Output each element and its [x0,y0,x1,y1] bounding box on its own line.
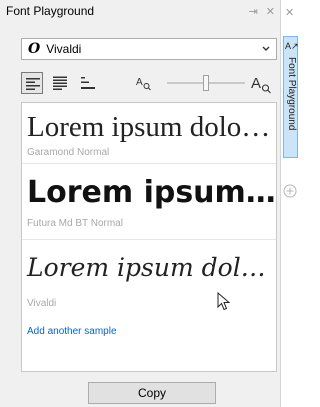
waterfall-view-icon [81,77,95,89]
font-playground-docker-tab[interactable]: A↗ Font Playground [283,36,299,158]
view-toolbar: A A [21,68,277,98]
sample-font-caption: Futura Md BT Normal [27,218,123,229]
single-line-view-button[interactable] [21,72,43,94]
chevron-down-icon[interactable] [260,42,272,56]
footer-divider [21,371,277,372]
font-selector-value: Vivaldi [46,42,82,56]
opentype-o-icon: O [28,41,41,57]
docker-tab-strip: ✕ A↗ Font Playground [281,0,300,407]
mouse-pointer-icon [217,292,231,311]
sample-preview-text[interactable]: Lorem ipsum dol… [22,240,276,286]
sample-item[interactable]: Lorem ipsum dolo… Garamond Normal [22,103,276,164]
sample-font-caption: Garamond Normal [27,147,110,158]
docker-tab-label: Font Playground [286,57,297,131]
sample-list: Lorem ipsum dolo… Garamond Normal Lorem … [21,102,277,372]
svg-text:A: A [136,77,143,88]
panel-title-bar[interactable]: Font Playground ⇥ ✕ [0,0,281,22]
sample-item[interactable]: Lorem ipsum… Futura Md BT Normal [22,164,276,240]
copy-button[interactable]: Copy [88,382,216,404]
panel-title: Font Playground [6,4,95,18]
add-docker-icon[interactable] [283,184,297,198]
large-a-zoom-icon[interactable]: A [249,70,273,96]
sample-preview-text[interactable]: Lorem ipsum dolo… [22,103,276,145]
waterfall-view-button[interactable] [77,72,99,94]
zoom-slider-thumb[interactable] [203,75,209,91]
multi-line-view-button[interactable] [49,72,71,94]
font-playground-panel: Font Playground ⇥ ✕ O Vivaldi A A Lorem … [0,0,281,407]
pin-icon[interactable]: ⇥ [249,5,258,18]
sample-preview-text[interactable]: Lorem ipsum… [22,164,276,212]
sample-font-caption: Vivaldi [27,298,57,309]
svg-text:A: A [251,75,261,92]
font-playground-tab-icon: A↗ [285,41,299,51]
font-selector[interactable]: O Vivaldi [21,38,277,60]
close-icon[interactable]: ✕ [285,6,294,19]
small-a-zoom-icon[interactable]: A [133,72,153,94]
sample-item[interactable]: Lorem ipsum dol… Vivaldi [22,240,276,324]
add-sample-link[interactable]: Add another sample [22,324,276,337]
single-line-view-icon [26,78,40,90]
multi-line-view-icon [53,76,67,90]
close-icon[interactable]: ✕ [266,5,275,18]
